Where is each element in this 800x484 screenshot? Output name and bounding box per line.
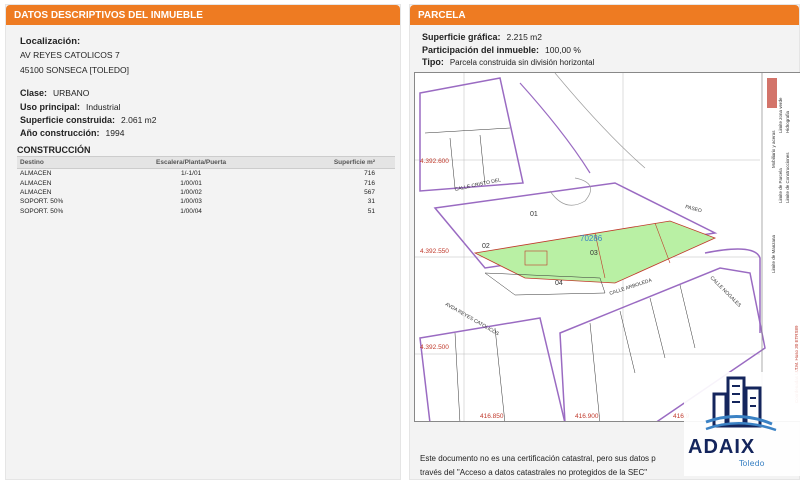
- map-parcel-line: [494, 327, 506, 421]
- legend-item: Hidrografia: [785, 110, 790, 133]
- clase-label: Clase:: [20, 88, 48, 98]
- disclaimer-line1: Este documento no es una certificación c…: [420, 454, 656, 463]
- cadastre-logo-icon: [767, 78, 777, 108]
- cadastral-map: 4.392.600 4.392.550 4.392.500 416.850 41…: [414, 72, 800, 422]
- participacion-value: 100,00 %: [545, 45, 581, 55]
- cell-escalera: 1/00/04: [180, 207, 202, 215]
- cell-superficie: 567: [364, 188, 375, 196]
- col-escalera: Escalera/Planta/Puerta: [115, 156, 267, 169]
- map-coord-y3: 4.392.500: [420, 344, 449, 351]
- cell-escalera: 1/00/02: [180, 188, 202, 196]
- location-city: 45100 SONSECA [TOLEDO]: [20, 65, 129, 75]
- map-parcel-line: [454, 332, 461, 421]
- legend-item: Limite de Construcciones: [785, 152, 790, 203]
- anio-label: Año construcción:: [20, 128, 100, 138]
- location-address: AV REYES CATOLICOS 7: [20, 50, 120, 60]
- cell-escalera: 1/00/03: [180, 198, 202, 206]
- cell-superficie: 716: [364, 179, 375, 187]
- cell-escalera: 1/00/01: [180, 179, 202, 187]
- table-row: ALMACEN 1/00/02 567: [17, 188, 395, 197]
- logo-name: ADAIX: [688, 436, 756, 458]
- cell-destino: ALMACEN: [20, 188, 52, 196]
- cell-destino: SOPORT. 50%: [20, 198, 64, 206]
- map-parcel-line: [449, 137, 456, 189]
- map-drawing: 4.392.600 4.392.550 4.392.500 416.850 41…: [415, 73, 799, 421]
- map-coord-x1: 416.850: [480, 413, 504, 420]
- map-coord-y2: 4.392.550: [420, 248, 449, 255]
- participacion-label: Participación del inmueble:: [422, 45, 540, 55]
- map-street-nogales: CALLE NOGALES: [709, 275, 743, 309]
- property-data-panel: DATOS DESCRIPTIVOS DEL INMUEBLE Localiza…: [5, 4, 401, 480]
- disclaimer-line2: través del "Acceso a datos catastrales n…: [420, 468, 648, 477]
- cell-superficie: 31: [367, 198, 375, 206]
- participacion-row: Participación del inmueble: 100,00 %: [422, 45, 581, 55]
- tipo-label: Tipo:: [422, 57, 444, 67]
- map-parcel-ref: 70286: [580, 234, 603, 243]
- col-superficie: Superficie m²: [266, 156, 395, 169]
- legend: Limite de Manzana Limite de Parcela Limi…: [771, 97, 799, 403]
- uso-value: Industrial: [86, 102, 121, 112]
- map-coord-y1: 4.392.600: [420, 158, 449, 165]
- map-parcel-line: [589, 322, 601, 421]
- cell-destino: ALMACEN: [20, 170, 52, 178]
- map-label-01: 01: [530, 211, 538, 218]
- clase-value: URBANO: [53, 88, 90, 98]
- map-coord-x2: 416.900: [575, 413, 599, 420]
- location-label: Localización:: [20, 36, 81, 47]
- table-row: SOPORT. 50% 1/00/04 51: [17, 207, 395, 216]
- tipo-row: Tipo: Parcela construida sin división hor…: [422, 57, 594, 67]
- table-row: SOPORT. 50% 1/00/03 31: [17, 197, 395, 206]
- sup-grafica-label: Superficie gráfica:: [422, 32, 501, 42]
- map-parcel-line: [424, 127, 511, 134]
- anio-value: 1994: [105, 128, 125, 138]
- uso-label: Uso principal:: [20, 102, 81, 112]
- construccion-table: Destino Escalera/Planta/Puerta Superfici…: [17, 156, 395, 216]
- cell-superficie: 51: [367, 207, 375, 215]
- adaix-logo: ADAIX Toledo: [684, 372, 800, 476]
- logo-subtitle: Toledo: [739, 459, 765, 468]
- table-row: ALMACEN 1/00/01 716: [17, 178, 395, 187]
- building-logo-icon: [705, 376, 777, 432]
- clase-row: Clase: URBANO: [20, 88, 89, 98]
- tipo-value: Parcela construida sin división horizont…: [449, 58, 595, 67]
- page: DATOS DESCRIPTIVOS DEL INMUEBLE Localiza…: [0, 0, 800, 484]
- table-row: ALMACEN 1/-1/01 716: [17, 169, 395, 179]
- legend-item: Limite zona verde: [778, 97, 783, 133]
- parcel-header: PARCELA: [410, 5, 799, 25]
- map-street-paseo: PASEO: [684, 204, 702, 214]
- map-parcel-line: [619, 310, 636, 374]
- cell-destino: SOPORT. 50%: [20, 207, 64, 215]
- sup-grafica-value: 2.215 m2: [506, 32, 542, 42]
- sup-grafica-row: Superficie gráfica: 2.215 m2: [422, 32, 542, 42]
- map-road-edge: [554, 73, 646, 169]
- cell-destino: ALMACEN: [20, 179, 52, 187]
- cell-escalera: 1/-1/01: [180, 170, 202, 178]
- legend-item: Limite de Manzana: [771, 234, 776, 273]
- uso-row: Uso principal: Industrial: [20, 102, 121, 112]
- property-data-header: DATOS DESCRIPTIVOS DEL INMUEBLE: [6, 5, 400, 25]
- anio-row: Año construcción: 1994: [20, 128, 124, 138]
- map-label-04: 04: [555, 280, 563, 287]
- table-header-row: Destino Escalera/Planta/Puerta Superfici…: [17, 156, 395, 169]
- disclaimer-note: Este documento no es una certificación c…: [420, 452, 656, 480]
- col-destino: Destino: [17, 156, 116, 169]
- map-block: [419, 77, 524, 192]
- superficie-label: Superficie construida:: [20, 115, 116, 125]
- map-parcel-line: [649, 297, 666, 359]
- construccion-title: CONSTRUCCIÓN: [17, 145, 91, 155]
- map-block: [704, 248, 761, 333]
- superficie-value: 2.061 m2: [121, 115, 157, 125]
- cell-superficie: 716: [364, 170, 375, 178]
- legend-item: Limite de Parcela: [778, 168, 783, 203]
- map-label-02: 02: [482, 243, 490, 250]
- map-parcel-line: [679, 284, 696, 349]
- legend-item: Mobiliario y aceras: [771, 130, 776, 168]
- map-label-03: 03: [590, 250, 598, 257]
- superficie-row: Superficie construida: 2.061 m2: [20, 115, 156, 125]
- map-block: [519, 82, 591, 174]
